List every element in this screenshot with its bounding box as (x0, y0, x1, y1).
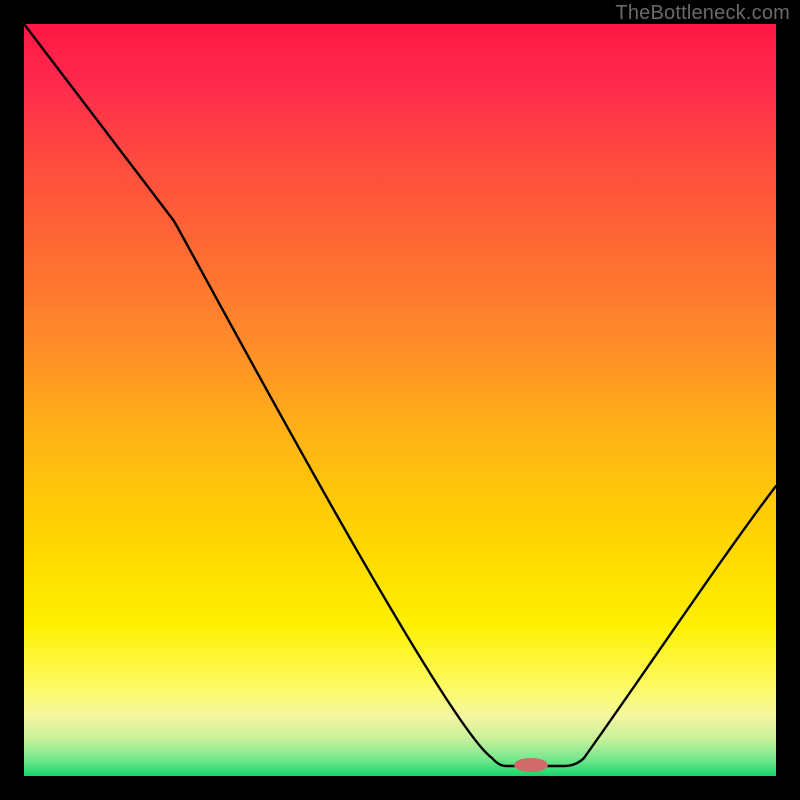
gradient-background (24, 24, 776, 776)
watermark-text: TheBottleneck.com (615, 2, 790, 25)
chart-svg (24, 24, 776, 776)
plot-area (24, 24, 776, 776)
chart-frame: TheBottleneck.com (0, 0, 800, 800)
optimal-marker (514, 758, 548, 772)
